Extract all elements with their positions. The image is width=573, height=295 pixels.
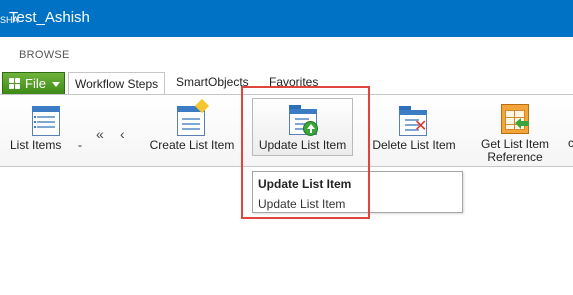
- tab-label: Workflow Steps: [75, 77, 159, 91]
- previous-page-button[interactable]: ‹: [120, 126, 125, 142]
- list-items-button[interactable]: List Items -: [6, 102, 84, 158]
- file-button[interactable]: File: [2, 72, 65, 95]
- delete-x-icon: ✕: [414, 118, 428, 135]
- list-items-dropdown[interactable]: -: [78, 139, 86, 152]
- tab-favorites[interactable]: Favorites: [269, 75, 318, 89]
- ribbon-tab-bar: File Workflow Steps SmartObjects Favorit…: [0, 72, 573, 97]
- browse-tab[interactable]: BROWSE: [19, 49, 70, 61]
- create-list-item-button[interactable]: Create List Item: [143, 98, 241, 158]
- office-icon: [9, 78, 20, 89]
- list-icon: [32, 106, 60, 136]
- tooltip-title: Update List Item: [258, 177, 352, 191]
- site-title[interactable]: Test_Ashish: [9, 9, 90, 26]
- create-list-item-icon: [177, 98, 210, 136]
- update-list-item-button[interactable]: Update List Item: [252, 98, 353, 156]
- create-list-item-label: Create List Item: [149, 138, 235, 152]
- reference-table-icon: [501, 104, 529, 134]
- tooltip-description: Update List Item: [258, 197, 346, 211]
- first-page-button[interactable]: «: [96, 126, 104, 142]
- list-items-label: List Items: [10, 138, 62, 152]
- update-list-item-icon: [289, 105, 319, 136]
- title-bar: SHA Test_Ashish: [0, 0, 573, 37]
- browse-bar: BROWSE: [0, 37, 573, 72]
- get-list-item-label-line2: Reference: [487, 150, 543, 164]
- get-list-item-reference-button[interactable]: Get List Item Reference: [472, 102, 558, 164]
- file-label: File: [25, 76, 46, 91]
- tooltip: Update List Item Update List Item: [252, 171, 463, 213]
- delete-list-item-label: Delete List Item: [372, 138, 456, 152]
- ribbon-edge-fragment: c: [568, 136, 573, 150]
- delete-list-item-button[interactable]: ✕ Delete List Item: [366, 102, 462, 158]
- update-list-item-label: Update List Item: [258, 138, 347, 152]
- chevron-down-icon: [52, 82, 60, 87]
- tab-smartobjects[interactable]: SmartObjects: [176, 75, 249, 89]
